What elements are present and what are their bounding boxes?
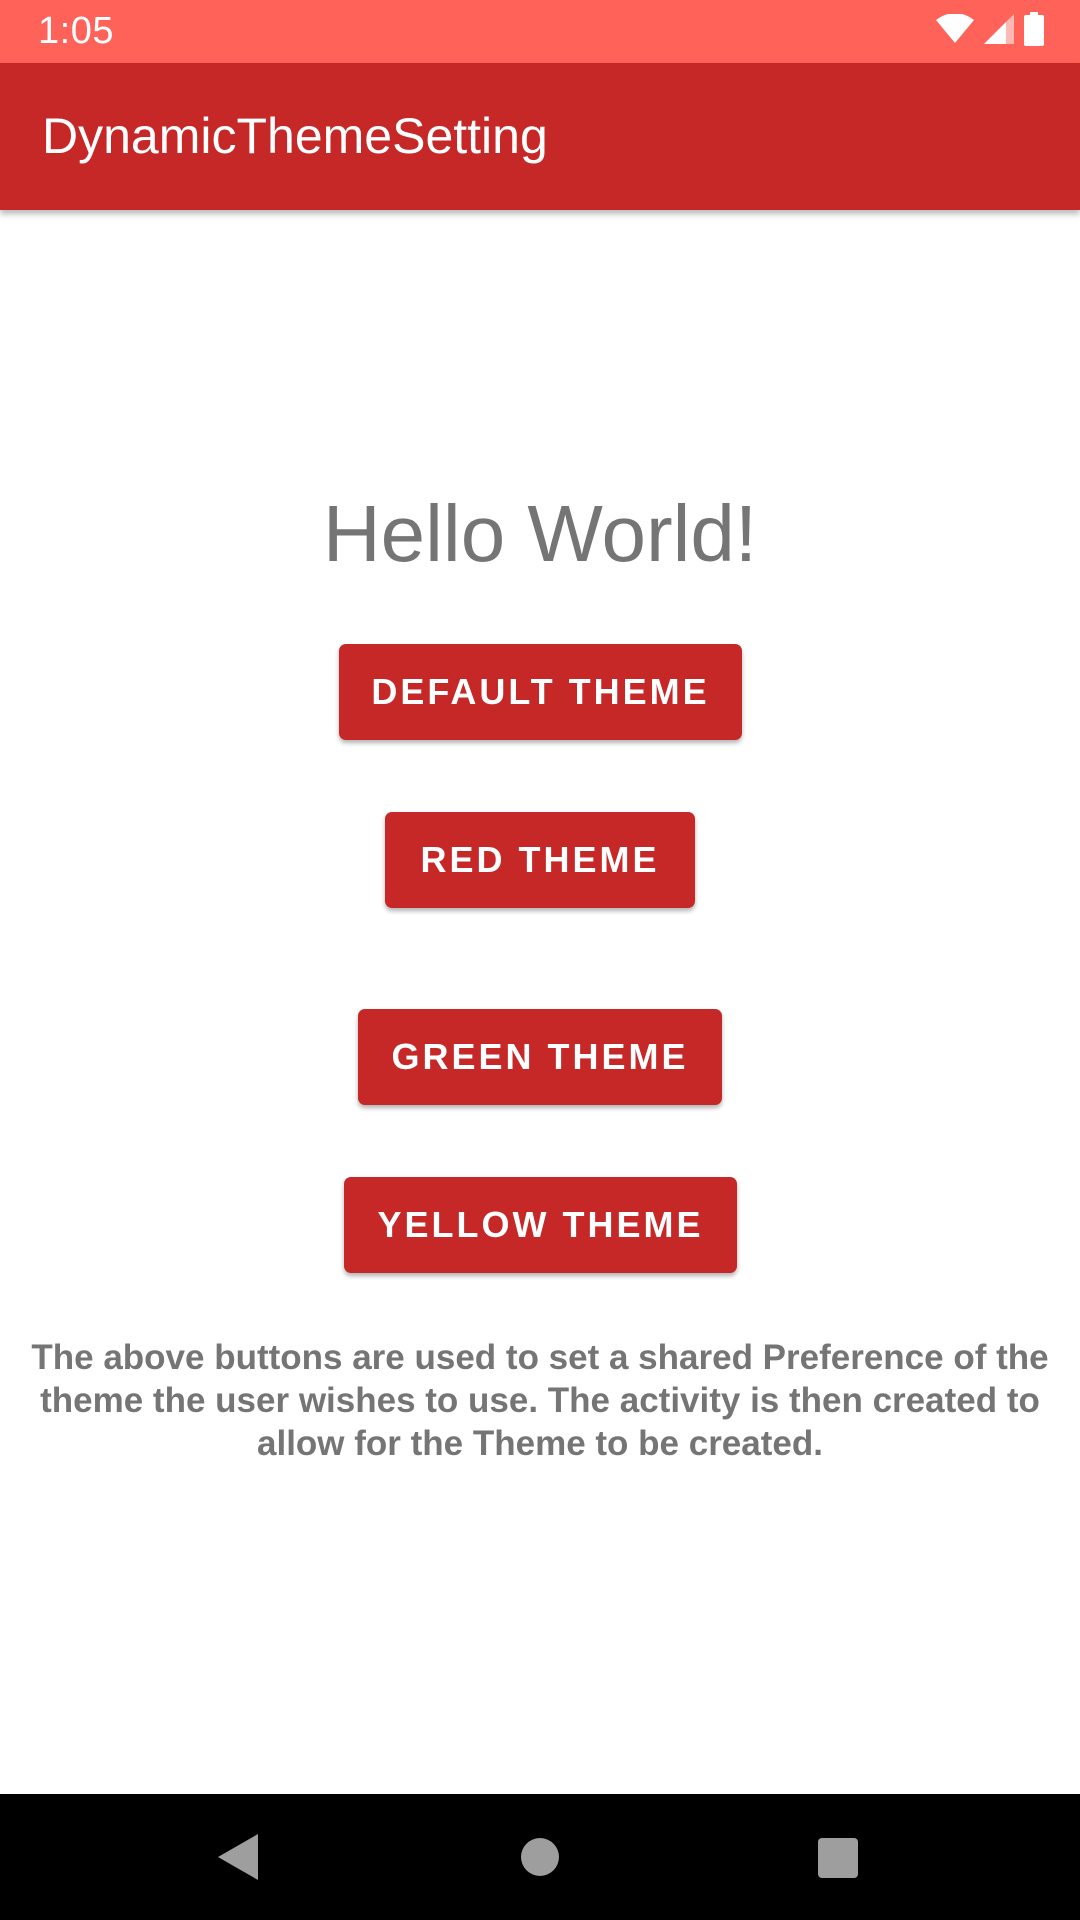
wifi-icon bbox=[936, 12, 974, 49]
back-icon[interactable] bbox=[218, 1834, 258, 1880]
description-text: The above buttons are used to set a shar… bbox=[31, 1338, 1049, 1463]
app-screen: 1:05 DynamicThemeSetting Hello World! DE… bbox=[0, 0, 1080, 1920]
status-bar: 1:05 bbox=[0, 0, 1080, 63]
recents-icon[interactable] bbox=[818, 1838, 858, 1878]
battery-icon bbox=[1024, 11, 1044, 51]
home-icon[interactable] bbox=[521, 1838, 559, 1876]
default-theme-button[interactable]: DEFAULT THEME bbox=[339, 644, 742, 740]
navigation-bar bbox=[0, 1794, 1080, 1920]
cellular-signal-icon bbox=[984, 13, 1014, 49]
green-theme-button[interactable]: GREEN THEME bbox=[358, 1009, 722, 1105]
app-bar: DynamicThemeSetting bbox=[0, 63, 1080, 210]
app-title: DynamicThemeSetting bbox=[42, 108, 548, 164]
hello-text: Hello World! bbox=[322, 489, 758, 578]
status-icons bbox=[936, 11, 1044, 51]
yellow-theme-button[interactable]: YELLOW THEME bbox=[344, 1177, 737, 1273]
status-time: 1:05 bbox=[38, 10, 114, 52]
red-theme-button[interactable]: RED THEME bbox=[385, 812, 695, 908]
